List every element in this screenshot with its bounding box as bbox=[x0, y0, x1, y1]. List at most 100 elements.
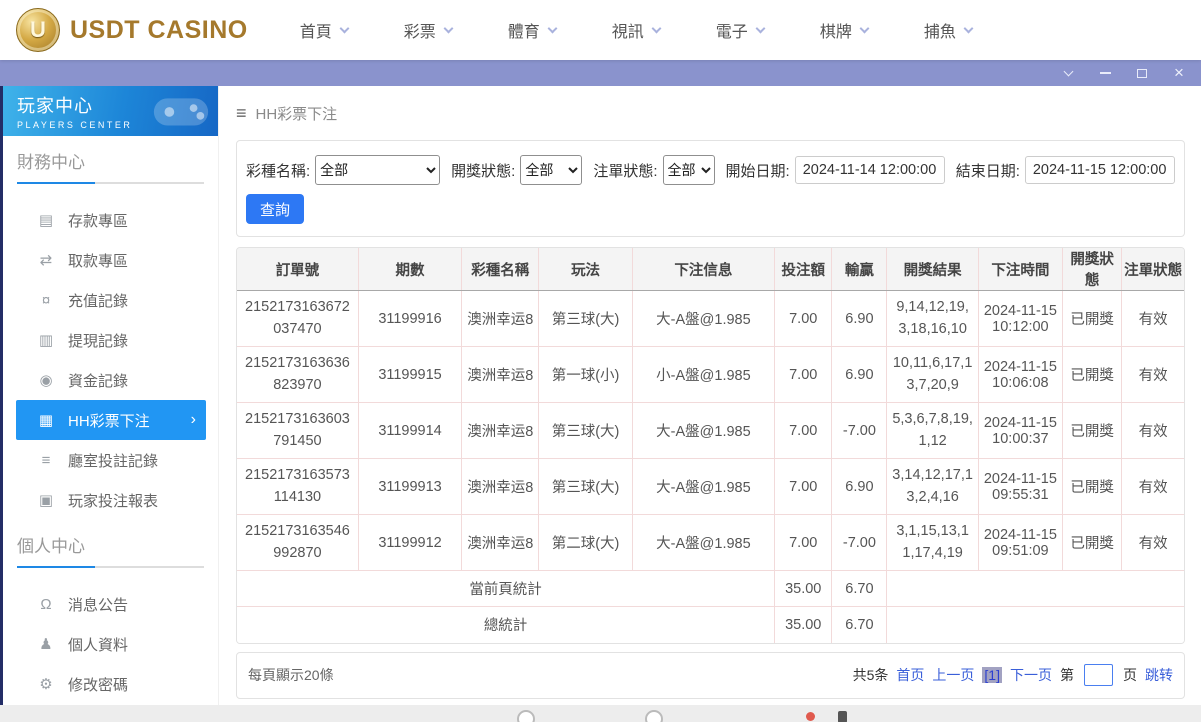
bets-table-panel: 訂單號 期數 彩種名稱 玩法 下注信息 投注額 輸贏 開獎結果 下注時間 開獎狀態 注單狀態 215… bbox=[236, 247, 1185, 644]
window-controls: × bbox=[1060, 64, 1187, 81]
window-title-bar: × bbox=[0, 60, 1201, 86]
top-nav: 首頁 彩票 體育 視訊 電子 棋牌 捕魚 bbox=[300, 18, 974, 42]
floating-widget-icon[interactable] bbox=[645, 710, 663, 722]
chevron-right-icon: › bbox=[190, 411, 196, 428]
cell-period: 31199914 bbox=[357, 402, 463, 459]
sidebar-item-label: HH彩票下注 bbox=[68, 412, 150, 430]
column-header-bet_time: 下注時間 bbox=[977, 248, 1064, 291]
current-page[interactable]: [1] bbox=[982, 667, 1002, 683]
sidebar-item-change-password[interactable]: ⚙ 修改密碼 bbox=[16, 664, 206, 704]
cell-bet_time: 2024-11-15 09:51:09 bbox=[977, 514, 1064, 571]
cell-order_status: 有效 bbox=[1121, 346, 1184, 403]
nav-item-slots[interactable]: 電子 bbox=[716, 18, 766, 42]
sidebar-item-withdraw-record[interactable]: ▥ 提現記錄 bbox=[16, 320, 206, 360]
sidebar: 玩家中心 PLAYERS CENTER 財務中心 ▤ 存款專區 ⇄ 取款專區 ¤ 充值記錄 ▥… bbox=[3, 86, 219, 722]
withdraw-icon: ⇄ bbox=[39, 252, 53, 269]
cell-draw_status: 已開獎 bbox=[1062, 290, 1123, 347]
cell-lottery: 澳洲幸运8 bbox=[461, 402, 540, 459]
nav-item-fishing[interactable]: 捕魚 bbox=[924, 18, 974, 42]
sidebar-item-deposit[interactable]: ▤ 存款專區 bbox=[16, 200, 206, 240]
nav-item-lottery[interactable]: 彩票 bbox=[404, 18, 454, 42]
nav-item-label: 棋牌 bbox=[819, 24, 852, 41]
sidebar-item-list: ▤ 存款專區 ⇄ 取款專區 ¤ 充值記錄 ▥ 提現記錄 ◉ 資金記錄 ▦ HH彩票下注 › ≡ 廳室投註記錄… bbox=[3, 200, 218, 520]
section-divider-accent bbox=[17, 566, 95, 568]
nav-item-sports[interactable]: 體育 bbox=[507, 18, 558, 42]
sidebar-item-profile[interactable]: ♟ 個人資料 bbox=[16, 624, 206, 664]
window-close-button[interactable]: × bbox=[1171, 64, 1187, 81]
funds-record-icon: ◉ bbox=[39, 372, 53, 389]
nav-item-home[interactable]: 首頁 bbox=[300, 18, 350, 42]
cell-lottery: 澳洲幸运8 bbox=[461, 346, 540, 403]
lottery-name-select[interactable]: 全部 bbox=[315, 155, 441, 185]
cell-result: 3,14,12,17,13,2,4,16 bbox=[886, 458, 979, 515]
brand-logo[interactable]: U USDT CASINO bbox=[16, 8, 248, 52]
search-button[interactable]: 查詢 bbox=[246, 194, 304, 224]
cell-bet_info: 大-A盤@1.985 bbox=[631, 458, 776, 515]
chevron-down-icon bbox=[859, 23, 870, 33]
pager: 共5条 首页 上一页 [1] 下一页 第 页 跳转 bbox=[853, 664, 1173, 686]
prev-page-link[interactable]: 上一页 bbox=[932, 665, 974, 685]
order-status-select[interactable]: 全部 bbox=[662, 155, 715, 185]
cell-order_status: 有效 bbox=[1121, 402, 1184, 459]
total-summary-row: 總統計 35.00 6.70 bbox=[237, 606, 1184, 643]
nav-item-cards[interactable]: 棋牌 bbox=[819, 18, 870, 42]
goto-page-input[interactable] bbox=[1084, 664, 1113, 686]
cell-win_loss: -7.00 bbox=[831, 402, 888, 459]
cell-play: 第三球(大) bbox=[538, 458, 633, 515]
maximize-icon bbox=[1137, 68, 1147, 78]
summary-win-loss: 6.70 bbox=[831, 606, 888, 643]
cell-result: 10,11,6,17,13,7,20,9 bbox=[886, 346, 979, 403]
sidebar-item-funds-record[interactable]: ◉ 資金記錄 bbox=[16, 360, 206, 400]
table-row: 2152173163672037470 31199916 澳洲幸运8 第三球(大) 大-… bbox=[237, 290, 1184, 347]
window-minimize-button[interactable] bbox=[1097, 65, 1113, 81]
chevron-down-icon bbox=[755, 23, 766, 33]
first-page-link[interactable]: 首页 bbox=[896, 665, 924, 685]
cell-play: 第一球(小) bbox=[538, 346, 633, 403]
player-report-icon: ▣ bbox=[38, 492, 54, 509]
summary-empty bbox=[886, 606, 1184, 643]
collapse-icon bbox=[1063, 66, 1073, 77]
draw-status-select[interactable]: 全部 bbox=[520, 155, 583, 185]
sidebar-item-hh-lottery-bets[interactable]: ▦ HH彩票下注 › bbox=[16, 400, 206, 440]
cell-draw_status: 已開獎 bbox=[1062, 458, 1123, 515]
goto-page-button[interactable]: 跳转 bbox=[1145, 665, 1173, 685]
floating-widget-icon[interactable] bbox=[838, 711, 847, 722]
cell-bet_time: 2024-11-15 10:12:00 bbox=[977, 290, 1064, 347]
goto-page-prefix: 第 bbox=[1060, 667, 1074, 683]
cell-bet_info: 大-A盤@1.985 bbox=[631, 402, 776, 459]
sidebar-item-label: 存款專區 bbox=[68, 212, 129, 230]
bets-table: 訂單號 期數 彩種名稱 玩法 下注信息 投注額 輸贏 開獎結果 下注時間 開獎狀態 注單狀態 215… bbox=[237, 248, 1184, 643]
nav-item-label: 體育 bbox=[507, 24, 540, 41]
start-date-input[interactable] bbox=[794, 156, 945, 184]
summary-empty bbox=[886, 570, 1184, 607]
cell-order_no: 2152173163672037470 bbox=[237, 290, 359, 347]
end-date-input[interactable] bbox=[1024, 156, 1175, 184]
sidebar-item-recharge-record[interactable]: ¤ 充值記錄 bbox=[16, 280, 206, 320]
floating-widget-icon[interactable] bbox=[517, 710, 535, 722]
nav-item-video[interactable]: 視訊 bbox=[612, 18, 662, 42]
sidebar-item-room-bet-record[interactable]: ≡ 廳室投註記錄 bbox=[16, 440, 206, 480]
bottom-band bbox=[0, 705, 1201, 722]
window-maximize-button[interactable] bbox=[1134, 65, 1150, 81]
hamburger-icon[interactable]: ≡ bbox=[236, 103, 247, 124]
person-icon: ♟ bbox=[39, 636, 53, 653]
sidebar-item-announcements[interactable]: Ω 消息公告 bbox=[16, 584, 206, 624]
column-header-lottery: 彩種名稱 bbox=[461, 248, 540, 291]
sidebar-section-personal: 個人中心 Ω 消息公告 ♟ 個人資料 ⚙ 修改密碼 bbox=[3, 520, 218, 704]
column-header-draw_status: 開獎狀態 bbox=[1062, 248, 1123, 291]
filter-panel: 彩種名稱: 全部 開獎狀態: 全部 注單狀態: 全部 開始日期: 結束日期: bbox=[236, 140, 1185, 237]
sidebar-item-label: 修改密碼 bbox=[68, 676, 129, 694]
sidebar-item-player-bet-report[interactable]: ▣ 玩家投注報表 bbox=[16, 480, 206, 520]
goto-page-suffix: 页 bbox=[1123, 667, 1137, 683]
cell-bet_amount: 7.00 bbox=[774, 346, 833, 403]
sidebar-item-withdraw[interactable]: ⇄ 取款專區 bbox=[16, 240, 206, 280]
next-page-link[interactable]: 下一页 bbox=[1010, 665, 1052, 685]
window-collapse-button[interactable] bbox=[1060, 65, 1076, 81]
cell-bet_time: 2024-11-15 10:00:37 bbox=[977, 402, 1064, 459]
summary-bet-amount: 35.00 bbox=[774, 570, 833, 607]
section-divider bbox=[17, 566, 204, 568]
chevron-down-icon bbox=[443, 23, 454, 33]
column-header-bet_info: 下注信息 bbox=[631, 248, 776, 291]
column-header-order_status: 注單狀態 bbox=[1121, 248, 1184, 291]
cell-order_no: 2152173163636823970 bbox=[237, 346, 359, 403]
